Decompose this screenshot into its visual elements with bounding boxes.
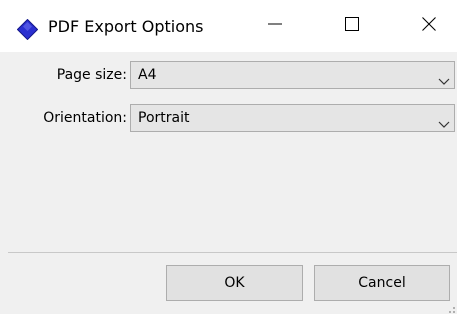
pdf-export-dialog: PDF Export Options Page size: A4 Orienta… <box>0 0 457 314</box>
page-size-value: A4 <box>138 67 157 83</box>
title-bar[interactable]: PDF Export Options <box>0 0 457 52</box>
chevron-down-icon <box>438 71 450 85</box>
orientation-select[interactable]: Portrait <box>130 104 455 132</box>
window-title: PDF Export Options <box>48 17 204 36</box>
diamond-app-icon <box>16 18 39 41</box>
button-separator <box>8 252 457 253</box>
maximize-button[interactable] <box>325 0 379 52</box>
page-size-label: Page size: <box>56 67 127 83</box>
cancel-button[interactable]: Cancel <box>314 265 450 301</box>
orientation-label: Orientation: <box>43 110 127 126</box>
close-button[interactable] <box>402 0 456 52</box>
orientation-row: Orientation: Portrait <box>0 104 457 132</box>
resize-grip-icon[interactable] <box>445 302 455 313</box>
ok-button[interactable]: OK <box>166 265 303 301</box>
close-icon <box>421 16 437 36</box>
page-size-select[interactable]: A4 <box>130 61 455 89</box>
page-size-row: Page size: A4 <box>0 61 457 89</box>
orientation-value: Portrait <box>138 110 190 126</box>
minimize-icon <box>267 16 283 36</box>
chevron-down-icon <box>438 114 450 128</box>
maximize-icon <box>344 16 360 36</box>
minimize-button[interactable] <box>248 0 302 52</box>
